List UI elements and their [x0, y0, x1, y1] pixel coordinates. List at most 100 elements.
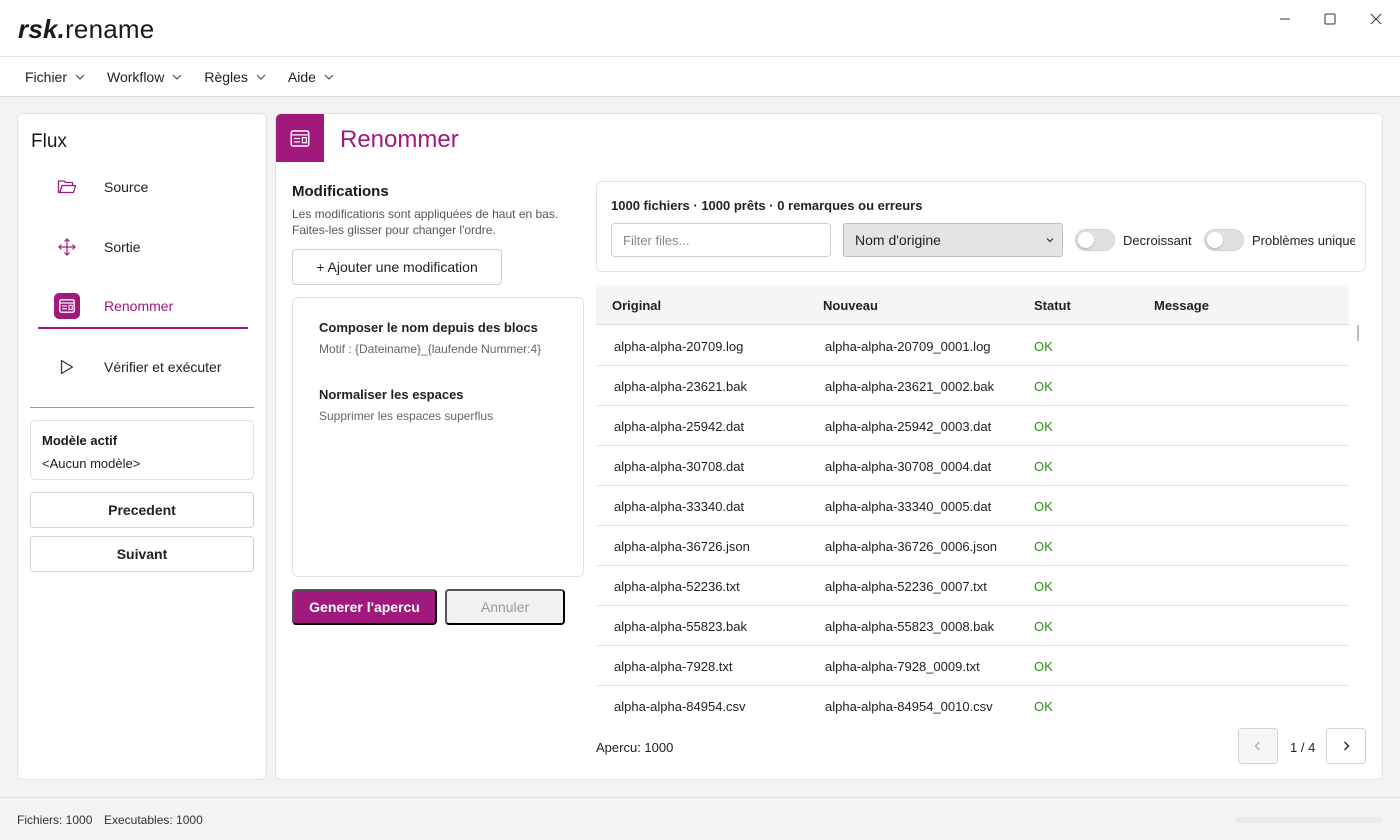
descending-toggle[interactable] — [1075, 229, 1115, 251]
page-title: Renommer — [340, 126, 459, 153]
menu-label: Règles — [204, 68, 248, 85]
sidebar-item-verifier[interactable]: Vérifier et exécuter — [38, 345, 248, 389]
cell-new: alpha-alpha-7928_0009.txt — [825, 659, 980, 674]
table-row[interactable]: alpha-alpha-55823.bak alpha-alpha-55823_… — [596, 606, 1349, 646]
sidebar-divider — [30, 407, 254, 408]
cell-new: alpha-alpha-55823_0008.bak — [825, 619, 995, 634]
table-row[interactable]: alpha-alpha-25942.dat alpha-alpha-25942_… — [596, 406, 1349, 446]
sidebar-item-source[interactable]: Source — [38, 165, 248, 209]
modification-detail: Supprimer les espaces superflus — [319, 409, 494, 423]
next-button[interactable]: Suivant — [30, 536, 254, 572]
preview-summary: 1000 fichiers · 1000 prêts · 0 remarques… — [611, 198, 923, 213]
description-line: Faites-les glisser pour changer l'ordre. — [292, 223, 496, 237]
cell-status: OK — [1034, 379, 1053, 394]
cell-original: alpha-alpha-52236.txt — [614, 579, 740, 594]
table-row[interactable]: alpha-alpha-36726.json alpha-alpha-36726… — [596, 526, 1349, 566]
cell-original: alpha-alpha-25942.dat — [614, 419, 745, 434]
cell-status: OK — [1034, 659, 1053, 674]
table-scrollbar[interactable] — [1357, 325, 1359, 341]
page-indicator: 1 / 4 — [1290, 740, 1316, 755]
rename-icon — [54, 293, 80, 319]
cell-status: OK — [1034, 419, 1053, 434]
close-button[interactable] — [1356, 8, 1396, 30]
cell-original: alpha-alpha-23621.bak — [614, 379, 747, 394]
modifications-description: Les modifications sont appliquées de hau… — [292, 206, 572, 238]
active-model-card: Modèle actif <Aucun modèle> — [30, 420, 254, 480]
column-header-nouveau[interactable]: Nouveau — [823, 298, 878, 313]
previous-button[interactable]: Precedent — [30, 492, 254, 528]
menu-aide[interactable]: Aide — [277, 62, 345, 92]
add-modification-button[interactable]: + Ajouter une modification — [292, 249, 502, 285]
active-model-label: Modèle actif — [42, 433, 118, 448]
status-progress-bar — [1235, 817, 1383, 823]
active-model-value: <Aucun modèle> — [42, 456, 141, 471]
sort-select[interactable]: Nom d'origine — [843, 223, 1063, 257]
sidebar-title: Flux — [31, 131, 67, 152]
table-row[interactable]: alpha-alpha-30708.dat alpha-alpha-30708_… — [596, 446, 1349, 486]
minimize-icon — [1280, 18, 1290, 20]
cell-original: alpha-alpha-30708.dat — [614, 459, 745, 474]
chevron-down-icon — [75, 74, 85, 80]
preview-count: Apercu: 1000 — [596, 740, 674, 755]
chevron-right-icon — [1344, 741, 1350, 751]
table-row[interactable]: alpha-alpha-7928.txt alpha-alpha-7928_00… — [596, 646, 1349, 686]
modifications-list: Composer le nom depuis des blocs Motif :… — [292, 297, 584, 577]
cell-status: OK — [1034, 579, 1053, 594]
menu-workflow[interactable]: Workflow — [96, 62, 193, 92]
table-row[interactable]: alpha-alpha-23621.bak alpha-alpha-23621_… — [596, 366, 1349, 406]
cell-status: OK — [1034, 339, 1053, 354]
sidebar-item-label: Sortie — [104, 239, 141, 255]
column-header-statut[interactable]: Statut — [1034, 298, 1071, 313]
minimize-button[interactable] — [1265, 8, 1305, 30]
modification-name: Normaliser les espaces — [319, 387, 464, 402]
problems-only-toggle-label: Problèmes uniquement — [1252, 233, 1355, 248]
maximize-button[interactable] — [1310, 8, 1350, 30]
sidebar-item-sortie[interactable]: Sortie — [38, 225, 248, 269]
chevron-left-icon — [1254, 741, 1260, 751]
cancel-button[interactable]: Annuler — [445, 589, 565, 625]
problems-toggle-label-clip: Problèmes uniquement — [1252, 182, 1355, 271]
sidebar: Flux Source Sortie Renommer Vérifier et … — [17, 113, 267, 780]
move-icon — [54, 234, 80, 260]
modification-item[interactable]: Normaliser les espaces Supprimer les esp… — [319, 387, 493, 423]
chevron-down-icon — [324, 74, 334, 80]
table-header: Original Nouveau Statut Message — [596, 285, 1349, 325]
menu-label: Aide — [287, 68, 316, 85]
cell-original: alpha-alpha-36726.json — [614, 539, 750, 554]
menu-bar: Fichier Workflow Règles Aide — [0, 57, 1400, 97]
chevron-down-icon — [172, 74, 182, 80]
cell-new: alpha-alpha-30708_0004.dat — [825, 459, 992, 474]
cell-status: OK — [1034, 539, 1053, 554]
sidebar-item-label: Vérifier et exécuter — [104, 359, 222, 375]
modification-detail: Motif : {Dateiname}_{laufende Nummer:4} — [319, 342, 542, 356]
filter-input[interactable] — [611, 223, 831, 257]
cell-original: alpha-alpha-33340.dat — [614, 499, 745, 514]
previous-page-button[interactable] — [1238, 728, 1278, 764]
chevron-down-icon — [1046, 238, 1054, 243]
table-row[interactable]: alpha-alpha-20709.log alpha-alpha-20709_… — [596, 326, 1349, 366]
column-header-message[interactable]: Message — [1154, 298, 1209, 313]
menu-regles[interactable]: Règles — [193, 62, 277, 92]
table-row[interactable]: alpha-alpha-84954.csv alpha-alpha-84954_… — [596, 686, 1349, 715]
cell-original: alpha-alpha-20709.log — [614, 339, 744, 354]
preview-table: Original Nouveau Statut Message alpha-al… — [596, 285, 1349, 715]
column-header-original[interactable]: Original — [612, 298, 661, 313]
close-icon — [1370, 13, 1382, 25]
cell-new: alpha-alpha-36726_0006.json — [825, 539, 998, 554]
title-bar: rsk.rename — [0, 0, 1400, 57]
cell-new: alpha-alpha-23621_0002.bak — [825, 379, 995, 394]
next-page-button[interactable] — [1326, 728, 1366, 764]
sidebar-item-renommer[interactable]: Renommer — [38, 285, 248, 329]
sidebar-item-label: Renommer — [104, 298, 174, 314]
cell-new: alpha-alpha-25942_0003.dat — [825, 419, 992, 434]
maximize-icon — [1324, 13, 1336, 25]
table-row[interactable]: alpha-alpha-33340.dat alpha-alpha-33340_… — [596, 486, 1349, 526]
modification-item[interactable]: Composer le nom depuis des blocs Motif :… — [319, 320, 541, 356]
cell-status: OK — [1034, 499, 1053, 514]
table-row[interactable]: alpha-alpha-52236.txt alpha-alpha-52236_… — [596, 566, 1349, 606]
cell-status: OK — [1034, 619, 1053, 634]
problems-only-toggle[interactable] — [1204, 229, 1244, 251]
app-logo: rsk.rename — [18, 14, 155, 44]
menu-fichier[interactable]: Fichier — [14, 62, 96, 92]
generate-preview-button[interactable]: Generer l'apercu — [292, 589, 437, 625]
